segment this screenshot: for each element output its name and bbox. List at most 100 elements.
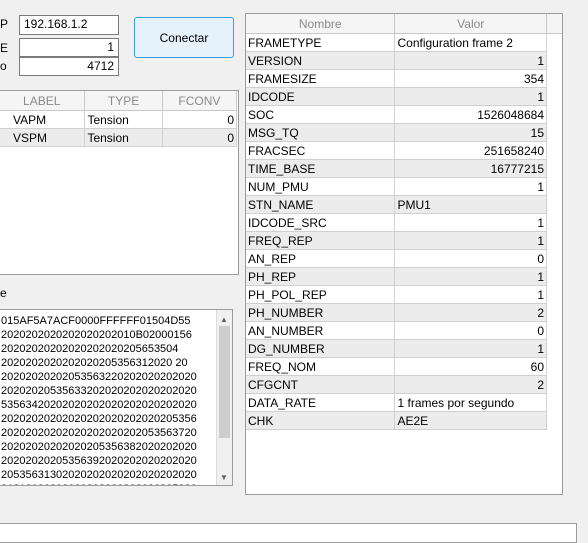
table-row[interactable]: TIME_BASE 16777215 [246,159,547,178]
scroll-up-icon[interactable]: ▲ [220,313,228,327]
port-field[interactable]: 4712 [19,57,119,76]
field-name-cell: STN_NAME [246,195,396,214]
scroll-down-icon[interactable]: ▼ [220,471,228,485]
field-value-cell: 1 [394,231,547,250]
field-value-cell: 1 [394,213,547,232]
field-name-cell: IDCODE_SRC [246,213,396,232]
field-name-cell: NUM_PMU [246,177,396,196]
field-name-cell: DATA_RATE [246,393,396,412]
channel-label-cell: VSPM [0,128,86,147]
connect-button[interactable]: Conectar [134,17,234,58]
field-name-cell: FRAMESIZE [246,69,396,88]
field-value-cell: 0 [394,321,547,340]
field-name-cell: FRACSEC [246,141,396,160]
hex-line: 20202020202020202020202020205356 [1,413,197,425]
field-value-cell: 1 [394,51,547,70]
field-value-cell: 1 [394,339,547,358]
status-log-field[interactable] [0,523,577,543]
field-name-cell: FREQ_REP [246,231,396,250]
hex-line: 53563420202020202020202020202020 [1,399,197,411]
hex-line: 20202020202020202020202053563720 [1,427,197,439]
table-row[interactable]: PH_NUMBER 2 [246,303,547,322]
config-frame-table: Nombre Valor FRAMETYPE Configuration fram… [245,13,563,495]
hex-line: 2020202020202020205356312020 20 [1,357,188,369]
id-label: E [0,41,9,55]
table-row[interactable]: FREQ_REP 1 [246,231,547,250]
field-name-cell: SOC [246,105,396,124]
field-name-cell: DG_NUMBER [246,339,396,358]
field-value-cell: 1 [394,177,547,196]
field-name-cell: FRAMETYPE [246,33,396,52]
field-value-cell: 1526048684 [394,105,547,124]
field-value-cell: 2 [394,303,547,322]
field-name-cell: PH_NUMBER [246,303,396,322]
col-header-fconv[interactable]: FCONV [162,91,238,111]
hex-line: 20202020202053563220202020202020 [1,371,197,383]
vertical-scrollbar[interactable]: ▲ ▼ [216,310,232,485]
field-value-cell: Configuration frame 2 [394,33,547,52]
hex-line: 20202020202020202020205653504 [1,343,179,355]
table-row[interactable]: CHK AE2E [246,411,547,430]
table-row[interactable]: FRAMESIZE 354 [246,69,547,88]
field-name-cell: CFGCNT [246,375,396,394]
table-row[interactable]: MSG_TQ 15 [246,123,547,142]
field-value-cell: 354 [394,69,547,88]
hex-line: 20535631302020202020202020202020 [1,469,197,481]
table-row[interactable]: PH_REP 1 [246,267,547,286]
hex-line: 20202020202020205356382020202020 [1,441,197,453]
table-row[interactable]: VSPM Tension 0 [0,128,238,147]
ip-address-field[interactable]: 192.168.1.2 [19,15,119,35]
channel-label-cell: VAPM [0,110,86,129]
table-row[interactable]: STN_NAME PMU1 [246,195,547,214]
field-value-cell: 0 [394,249,547,268]
table-row[interactable]: AN_REP 0 [246,249,547,268]
field-name-cell: VERSION [246,51,396,70]
field-value-cell: 60 [394,357,547,376]
channel-type-cell: Tension [84,128,163,147]
channel-fconv-cell: 0 [162,128,238,147]
col-header-label[interactable]: LABEL [0,91,86,111]
field-value-cell: 2 [394,375,547,394]
scrollbar-thumb[interactable] [219,326,230,438]
field-name-cell: AN_REP [246,249,396,268]
field-name-cell: AN_NUMBER [246,321,396,340]
table-row[interactable]: IDCODE 1 [246,87,547,106]
idcode-field[interactable]: 1 [19,38,119,57]
table-row[interactable]: CFGCNT 2 [246,375,547,394]
hex-text: 015AF5A7ACF0000FFFFFF01504D55 20202020202… [1,314,197,485]
table-row[interactable]: FRACSEC 251658240 [246,141,547,160]
field-name-cell: IDCODE [246,87,396,106]
col-header-nombre[interactable]: Nombre [246,14,396,34]
table-row[interactable]: FREQ_NOM 60 [246,357,547,376]
field-value-cell: AE2E [394,411,547,430]
frame-label: e [0,286,7,300]
table-row[interactable]: IDCODE_SRC 1 [246,213,547,232]
table-row[interactable]: VERSION 1 [246,51,547,70]
ip-label: P [0,17,9,31]
table-row[interactable]: SOC 1526048684 [246,105,547,124]
table-row[interactable]: DATA_RATE 1 frames por segundo [246,393,547,412]
field-value-cell: 1 [394,87,547,106]
field-name-cell: CHK [246,411,396,430]
field-value-cell: 251658240 [394,141,547,160]
field-value-cell: PMU1 [394,195,547,214]
channel-fconv-cell: 0 [162,110,238,129]
header-corner [547,14,562,34]
field-name-cell: PH_REP [246,267,396,286]
field-value-cell: 1 frames por segundo [394,393,547,412]
table-row[interactable]: AN_NUMBER 0 [246,321,547,340]
col-header-type[interactable]: TYPE [84,91,163,111]
field-value-cell: 16777215 [394,159,547,178]
col-header-valor[interactable]: Valor [394,14,547,34]
port-label: o [0,59,7,73]
hex-line: 015AF5A7ACF0000FFFFFF01504D55 [1,315,191,327]
table-row[interactable]: PH_POL_REP 1 [246,285,547,304]
frame-hex-textarea[interactable]: 015AF5A7ACF0000FFFFFF01504D55 20202020202… [0,309,233,486]
table-row[interactable]: VAPM Tension 0 [0,110,238,129]
field-name-cell: TIME_BASE [246,159,396,178]
channels-table: LABEL TYPE FCONV VAPM Tension 0 VSPM Ten… [0,90,239,275]
table-row[interactable]: FRAMETYPE Configuration frame 2 [246,33,547,52]
table-row[interactable]: DG_NUMBER 1 [246,339,547,358]
table-row[interactable]: NUM_PMU 1 [246,177,547,196]
field-name-cell: MSG_TQ [246,123,396,142]
